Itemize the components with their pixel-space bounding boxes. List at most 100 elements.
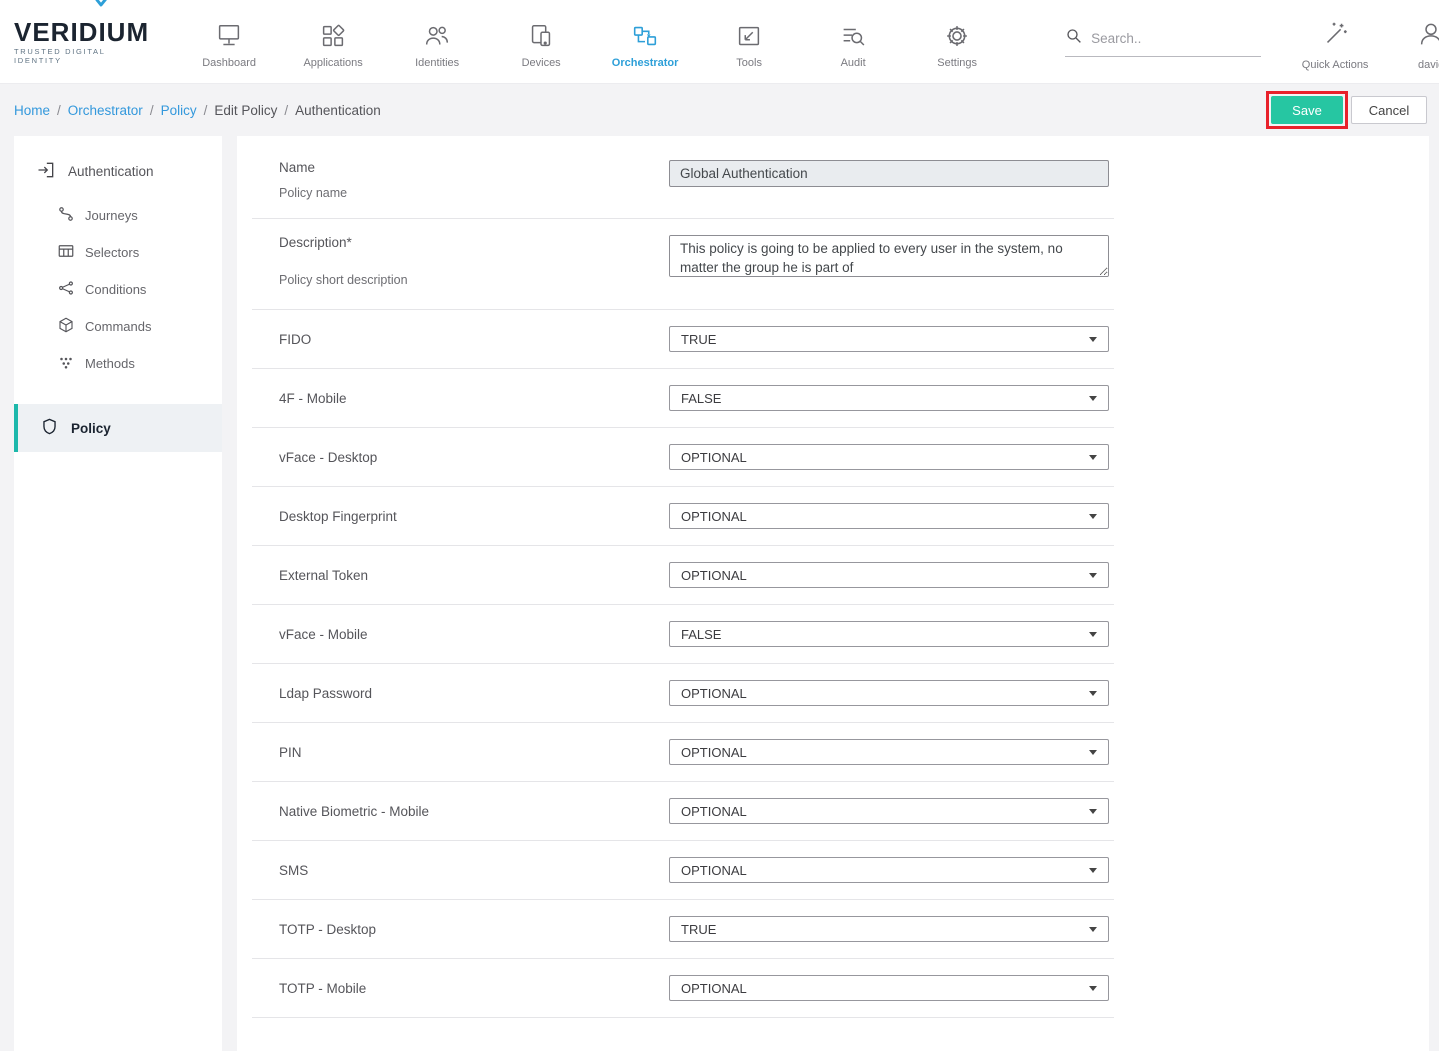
search-input[interactable] — [1091, 31, 1261, 46]
selectors-icon — [57, 242, 75, 263]
breadcrumb-orchestrator[interactable]: Orchestrator — [68, 103, 143, 118]
nav-item-settings[interactable]: Settings — [905, 15, 1009, 69]
user-menu[interactable]: david — [1383, 13, 1439, 71]
vface-mobile-dropdown[interactable]: FALSE — [669, 621, 1109, 647]
sidebar-item-methods[interactable]: Methods — [14, 345, 222, 382]
policy-description-textarea[interactable]: This policy is going to be applied to ev… — [669, 235, 1109, 277]
sidebar-item-commands[interactable]: Commands — [14, 308, 222, 345]
name-sublabel: Policy name — [279, 186, 669, 200]
breadcrumb-separator: / — [57, 103, 61, 118]
sidebar-item-label: Selectors — [85, 245, 139, 260]
breadcrumb-policy[interactable]: Policy — [161, 103, 197, 118]
breadcrumb-home[interactable]: Home — [14, 103, 50, 118]
totp-mobile-dropdown[interactable]: OPTIONAL — [669, 975, 1109, 1001]
cancel-button[interactable]: Cancel — [1351, 96, 1427, 124]
nav-item-tools[interactable]: Tools — [697, 15, 801, 69]
field-row-sms: SMS OPTIONAL — [252, 841, 1114, 900]
nav-item-label: Applications — [303, 57, 362, 69]
desktop-fingerprint-dropdown[interactable]: OPTIONAL — [669, 503, 1109, 529]
breadcrumb-authentication: Authentication — [295, 103, 381, 118]
field-row-totp-desktop: TOTP - Desktop TRUE — [252, 900, 1114, 959]
sidebar-section-authentication[interactable]: Authentication — [14, 148, 222, 197]
sidebar-item-selectors[interactable]: Selectors — [14, 234, 222, 271]
sidebar-item-label: Conditions — [85, 282, 146, 297]
sidebar-item-policy[interactable]: Policy — [14, 404, 222, 452]
external-token-dropdown[interactable]: OPTIONAL — [669, 562, 1109, 588]
dropdown-value: OPTIONAL — [681, 863, 747, 878]
policy-shield-icon — [40, 417, 59, 439]
nav-item-label: Devices — [522, 57, 561, 69]
name-row: Name Policy name — [252, 136, 1114, 219]
native-biometric-mobile-dropdown[interactable]: OPTIONAL — [669, 798, 1109, 824]
identities-icon — [422, 21, 452, 51]
save-button[interactable]: Save — [1271, 96, 1343, 124]
methods-icon — [57, 353, 75, 374]
caret-down-icon — [1089, 868, 1097, 873]
field-label: SMS — [279, 863, 669, 878]
pin-dropdown[interactable]: OPTIONAL — [669, 739, 1109, 765]
sidebar-item-journeys[interactable]: Journeys — [14, 197, 222, 234]
field-label: TOTP - Desktop — [279, 922, 669, 937]
nav-item-devices[interactable]: Devices — [489, 15, 593, 69]
nav-item-dashboard[interactable]: Dashboard — [177, 15, 281, 69]
nav-item-applications[interactable]: Applications — [281, 15, 385, 69]
nav-item-label: Orchestrator — [612, 57, 679, 69]
description-row: Description* Policy short description Th… — [252, 219, 1114, 310]
sidebar-item-conditions[interactable]: Conditions — [14, 271, 222, 308]
nav-item-audit[interactable]: Audit — [801, 15, 905, 69]
nav-item-label: Identities — [415, 57, 459, 69]
caret-down-icon — [1089, 337, 1097, 342]
sidebar-item-label: Methods — [85, 356, 135, 371]
sidebar-header-label: Authentication — [68, 164, 154, 179]
caret-down-icon — [1089, 573, 1097, 578]
ldap-password-dropdown[interactable]: OPTIONAL — [669, 680, 1109, 706]
policy-name-input[interactable] — [669, 160, 1109, 187]
sidebar-item-label: Journeys — [85, 208, 138, 223]
breadcrumb-bar: Home / Orchestrator / Policy / Edit Poli… — [0, 84, 1439, 136]
quick-actions-button[interactable]: Quick Actions — [1287, 13, 1383, 71]
top-bar: VERIDIUM TRUSTED DIGITAL IDENTITY Dashbo… — [0, 0, 1439, 84]
caret-down-icon — [1089, 750, 1097, 755]
nav-item-identities[interactable]: Identities — [385, 15, 489, 69]
breadcrumb-separator: / — [150, 103, 154, 118]
field-label: PIN — [279, 745, 669, 760]
dropdown-value: OPTIONAL — [681, 686, 747, 701]
sidebar-item-label: Commands — [85, 319, 151, 334]
description-sublabel: Policy short description — [279, 273, 669, 287]
dashboard-icon — [214, 21, 244, 51]
breadcrumb-edit-policy: Edit Policy — [214, 103, 277, 118]
sidebar: Authentication Journeys Selectors Condit… — [14, 136, 222, 1051]
caret-down-icon — [1089, 632, 1097, 637]
user-avatar-icon — [1416, 19, 1439, 54]
name-label: Name — [279, 160, 669, 175]
field-row-native-biometric-mobile: Native Biometric - Mobile OPTIONAL — [252, 782, 1114, 841]
field-label: Desktop Fingerprint — [279, 509, 669, 524]
brand-check-icon — [95, 0, 111, 13]
dropdown-value: FALSE — [681, 627, 721, 642]
nav-item-label: Audit — [841, 57, 866, 69]
tools-icon — [734, 21, 764, 51]
field-row-totp-mobile: TOTP - Mobile OPTIONAL — [252, 959, 1114, 1018]
field-label: Ldap Password — [279, 686, 669, 701]
sms-dropdown[interactable]: OPTIONAL — [669, 857, 1109, 883]
4f-mobile-dropdown[interactable]: FALSE — [669, 385, 1109, 411]
field-label: FIDO — [279, 332, 669, 347]
global-search — [1065, 27, 1261, 57]
login-arrow-icon — [36, 160, 56, 183]
dropdown-value: TRUE — [681, 332, 716, 347]
field-label: Native Biometric - Mobile — [279, 804, 669, 819]
content-area: Authentication Journeys Selectors Condit… — [0, 136, 1439, 1051]
dropdown-value: FALSE — [681, 391, 721, 406]
top-right-actions: Quick Actions david — [1287, 13, 1439, 71]
totp-desktop-dropdown[interactable]: TRUE — [669, 916, 1109, 942]
field-label: vFace - Mobile — [279, 627, 669, 642]
vface-desktop-dropdown[interactable]: OPTIONAL — [669, 444, 1109, 470]
dropdown-value: OPTIONAL — [681, 981, 747, 996]
nav-item-orchestrator[interactable]: Orchestrator — [593, 15, 697, 69]
caret-down-icon — [1089, 986, 1097, 991]
fido-dropdown[interactable]: TRUE — [669, 326, 1109, 352]
dropdown-value: OPTIONAL — [681, 509, 747, 524]
field-label: External Token — [279, 568, 669, 583]
magic-wand-icon — [1320, 19, 1350, 54]
description-label: Description* — [279, 235, 669, 250]
